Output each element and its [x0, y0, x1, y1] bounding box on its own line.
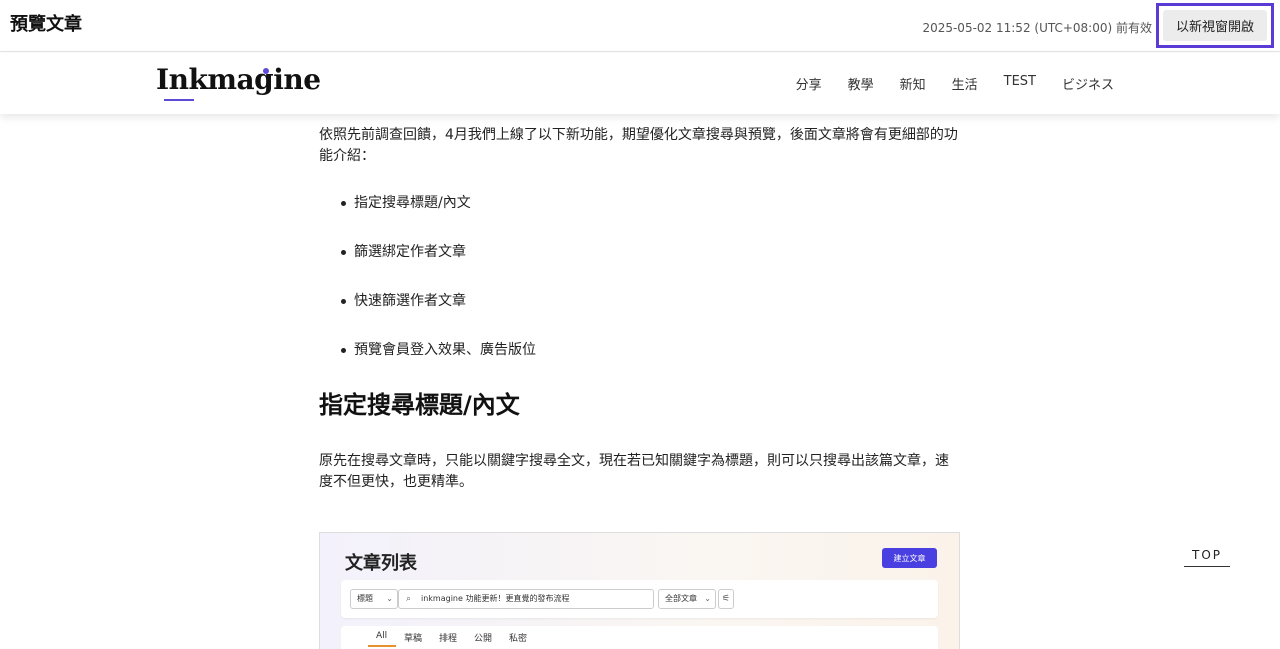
- search-icon: ⌕: [406, 594, 412, 604]
- logo-underline: [164, 99, 194, 101]
- figure-tab-all: All: [376, 631, 388, 641]
- figure-search-value: inkmagine 功能更新！更直覺的發布流程: [421, 594, 570, 603]
- figure-create-article-button: 建立文章: [882, 548, 937, 568]
- figure-category-select-value: 全部文章: [665, 594, 697, 603]
- article-body: 依照先前調查回饋，4月我們上線了以下新功能，期望優化文章搜尋與預覽，後面文章將會…: [319, 125, 961, 493]
- site-logo[interactable]: Inkmagine: [156, 63, 321, 103]
- logo-text: Inkmagine: [156, 63, 321, 96]
- main-nav: 分享 教學 新知 生活 TEST ビジネス: [796, 74, 1114, 93]
- nav-item-news[interactable]: 新知: [900, 74, 926, 93]
- list-item: 篩選綁定作者文章: [319, 242, 961, 263]
- open-new-window-label: 以新視窗開啟: [1163, 10, 1267, 41]
- figure-field-select-value: 標題: [357, 594, 373, 603]
- figure-tab-scheduled: 排程: [439, 634, 458, 644]
- filter-icon: ⚟: [718, 589, 734, 609]
- figure-page-title: 文章列表: [345, 553, 417, 574]
- feature-list: 指定搜尋標題/內文 篩選綁定作者文章 快速篩選作者文章 預覽會員登入效果、廣告版…: [319, 193, 961, 361]
- back-to-top-button[interactable]: TOP: [1184, 547, 1230, 567]
- list-item: 預覽會員登入效果、廣告版位: [319, 340, 961, 361]
- figure-field-select: 標題 ⌄: [350, 589, 398, 609]
- section-paragraph: 原先在搜尋文章時，只能以關鍵字搜尋全文，現在若已知關鍵字為標題，則可以只搜尋出該…: [319, 453, 949, 490]
- nav-item-life[interactable]: 生活: [952, 74, 978, 93]
- figure-search-bar: 標題 ⌄ ⌕ inkmagine 功能更新！更直覺的發布流程 全部文章 ⌄ ⚟: [341, 580, 938, 618]
- intro-paragraph: 依照先前調查回饋，4月我們上線了以下新功能，期望優化文章搜尋與預覽，後面文章將會…: [319, 127, 958, 164]
- figure-search-input: ⌕ inkmagine 功能更新！更直覺的發布流程: [398, 589, 654, 609]
- figure-tab-private: 私密: [509, 634, 528, 644]
- section-heading: 指定搜尋標題/內文: [319, 391, 520, 419]
- list-item: 快速篩選作者文章: [319, 291, 961, 312]
- chevron-down-icon: ⌄: [704, 594, 711, 603]
- valid-until-text: 2025-05-02 11:52 (UTC+08:00) 前有效: [922, 21, 1152, 35]
- figure-tab-underline: [368, 645, 396, 647]
- list-item: 指定搜尋標題/內文: [319, 193, 961, 214]
- nav-item-tutorial[interactable]: 教學: [848, 74, 874, 93]
- site-header: Inkmagine 分享 教學 新知 生活 TEST ビジネス: [0, 53, 1280, 114]
- logo-dot-icon: [263, 68, 269, 74]
- nav-item-business[interactable]: ビジネス: [1062, 74, 1114, 93]
- preview-title: 預覽文章: [10, 14, 82, 35]
- preview-bar: 預覽文章 2025-05-02 11:52 (UTC+08:00) 前有效 以新…: [0, 0, 1280, 52]
- chevron-down-icon: ⌄: [386, 594, 393, 603]
- open-new-window-button[interactable]: 以新視窗開啟: [1156, 3, 1274, 48]
- figure-tab-draft: 草稿: [404, 634, 423, 644]
- figure-tab-public: 公開: [474, 634, 493, 644]
- figure-tabs: All 草稿 排程 公開 私密: [341, 626, 938, 649]
- article-screenshot: 文章列表 建立文章 標題 ⌄ ⌕ inkmagine 功能更新！更直覺的發布流程…: [319, 532, 960, 649]
- nav-item-share[interactable]: 分享: [796, 74, 822, 93]
- figure-category-select: 全部文章 ⌄: [658, 589, 716, 609]
- nav-item-test[interactable]: TEST: [1004, 74, 1036, 93]
